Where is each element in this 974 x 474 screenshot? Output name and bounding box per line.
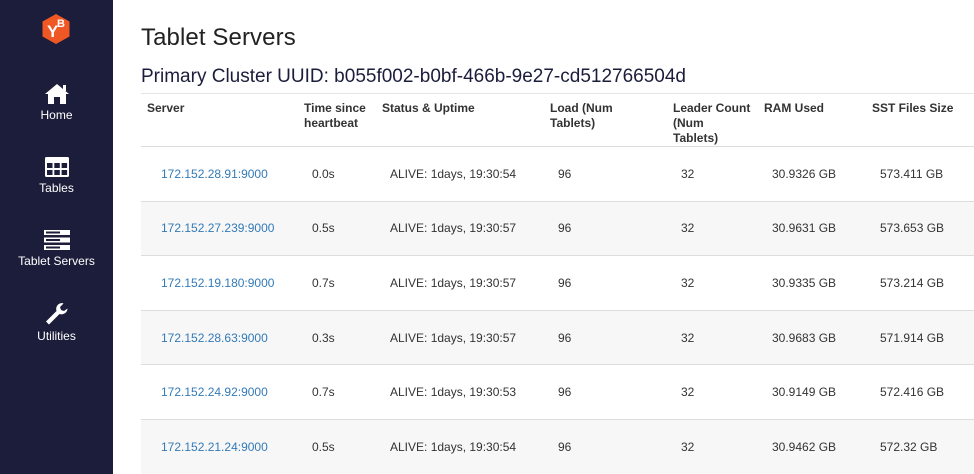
status-cell: ALIVE: 1days, 19:30:57 <box>376 200 544 256</box>
load-cell: 96 <box>544 364 667 420</box>
table-row: 172.152.27.239:9000 0.5s ALIVE: 1days, 1… <box>141 200 974 256</box>
leader-count-cell: 32 <box>667 146 758 202</box>
leader-count-cell: 32 <box>667 255 758 311</box>
server-cell: 172.152.27.239:9000 <box>141 200 298 256</box>
sst-size-cell: 573.653 GB <box>866 200 974 256</box>
server-link[interactable]: 172.152.28.63:9000 <box>161 331 268 345</box>
sst-size-cell: 572.416 GB <box>866 364 974 420</box>
status-cell: ALIVE: 1days, 19:30:54 <box>376 418 544 474</box>
column-header-load[interactable]: Load (Num Tablets) <box>544 93 667 147</box>
column-header-sst-files-size[interactable]: SST Files Size <box>866 93 974 147</box>
logo-hexagon-icon: Y B <box>42 14 70 44</box>
leader-count-cell: 32 <box>667 364 758 420</box>
ram-used-cell: 30.9683 GB <box>758 309 866 365</box>
leader-count-cell: 32 <box>667 418 758 474</box>
svg-text:B: B <box>57 18 65 30</box>
leader-count-cell: 32 <box>667 200 758 256</box>
server-cell: 172.152.24.92:9000 <box>141 364 298 420</box>
server-cell: 172.152.28.91:9000 <box>141 146 298 202</box>
ram-used-cell: 30.9149 GB <box>758 364 866 420</box>
wrench-icon <box>45 303 67 325</box>
sidebar-item-label: Utilities <box>37 329 76 343</box>
table-row: 172.152.24.92:9000 0.7s ALIVE: 1days, 19… <box>141 364 974 420</box>
table-header-row: Server Time since heartbeat Status & Upt… <box>141 93 974 147</box>
server-icon <box>43 230 70 250</box>
heartbeat-cell: 0.7s <box>298 255 376 311</box>
sst-size-cell: 573.214 GB <box>866 255 974 311</box>
heartbeat-cell: 0.0s <box>298 146 376 202</box>
ram-used-cell: 30.9631 GB <box>758 200 866 256</box>
load-cell: 96 <box>544 200 667 256</box>
server-link[interactable]: 172.152.28.91:9000 <box>161 167 268 181</box>
column-header-ram-used[interactable]: RAM Used <box>758 93 866 147</box>
heartbeat-cell: 0.5s <box>298 200 376 256</box>
yugabyte-logo[interactable]: Y B <box>40 13 72 45</box>
status-cell: ALIVE: 1days, 19:30:54 <box>376 146 544 202</box>
column-header-server[interactable]: Server <box>141 93 298 147</box>
cluster-uuid-title: Primary Cluster UUID: b055f002-b0bf-466b… <box>141 66 686 87</box>
table-row: 172.152.28.63:9000 0.3s ALIVE: 1days, 19… <box>141 309 974 365</box>
load-cell: 96 <box>544 418 667 474</box>
sidebar-item-utilities[interactable]: Utilities <box>0 302 113 343</box>
server-link[interactable]: 172.152.19.180:9000 <box>161 276 274 290</box>
server-link[interactable]: 172.152.24.92:9000 <box>161 385 268 399</box>
status-cell: ALIVE: 1days, 19:30:57 <box>376 255 544 311</box>
ram-used-cell: 30.9335 GB <box>758 255 866 311</box>
main-content: Tablet Servers Primary Cluster UUID: b05… <box>113 0 974 474</box>
server-link[interactable]: 172.152.27.239:9000 <box>161 221 274 235</box>
status-cell: ALIVE: 1days, 19:30:57 <box>376 309 544 365</box>
server-cell: 172.152.28.63:9000 <box>141 309 298 365</box>
sidebar-item-tablet-servers[interactable]: Tablet Servers <box>0 229 113 268</box>
ram-used-cell: 30.9462 GB <box>758 418 866 474</box>
table-row: 172.152.19.180:9000 0.7s ALIVE: 1days, 1… <box>141 255 974 311</box>
load-cell: 96 <box>544 255 667 311</box>
sidebar-item-label: Tablet Servers <box>18 254 95 268</box>
heartbeat-cell: 0.3s <box>298 309 376 365</box>
column-header-time-since-heartbeat[interactable]: Time since heartbeat <box>298 93 376 147</box>
server-link[interactable]: 172.152.21.24:9000 <box>161 440 268 454</box>
ram-used-cell: 30.9326 GB <box>758 146 866 202</box>
status-cell: ALIVE: 1days, 19:30:53 <box>376 364 544 420</box>
sst-size-cell: 572.32 GB <box>866 418 974 474</box>
tablet-servers-table: Server Time since heartbeat Status & Upt… <box>141 93 974 474</box>
sst-size-cell: 573.411 GB <box>866 146 974 202</box>
home-icon <box>44 84 69 104</box>
sidebar-item-label: Home <box>40 108 73 122</box>
column-header-status-uptime[interactable]: Status & Uptime <box>376 93 544 147</box>
sidebar-item-tables[interactable]: Tables <box>0 156 113 195</box>
sidebar-item-home[interactable]: Home <box>0 83 113 122</box>
leader-count-cell: 32 <box>667 309 758 365</box>
column-header-leader-count[interactable]: Leader Count (Num Tablets) <box>667 93 758 147</box>
sidebar-item-label: Tables <box>39 181 74 195</box>
table-icon <box>44 157 69 177</box>
heartbeat-cell: 0.5s <box>298 418 376 474</box>
sidebar: Y B Home Tables Tablet Servers Utilities <box>0 0 113 474</box>
load-cell: 96 <box>544 309 667 365</box>
page-title: Tablet Servers <box>141 24 296 51</box>
table-row: 172.152.21.24:9000 0.5s ALIVE: 1days, 19… <box>141 418 974 474</box>
server-cell: 172.152.21.24:9000 <box>141 418 298 474</box>
load-cell: 96 <box>544 146 667 202</box>
server-cell: 172.152.19.180:9000 <box>141 255 298 311</box>
sst-size-cell: 571.914 GB <box>866 309 974 365</box>
heartbeat-cell: 0.7s <box>298 364 376 420</box>
table-row: 172.152.28.91:9000 0.0s ALIVE: 1days, 19… <box>141 146 974 202</box>
